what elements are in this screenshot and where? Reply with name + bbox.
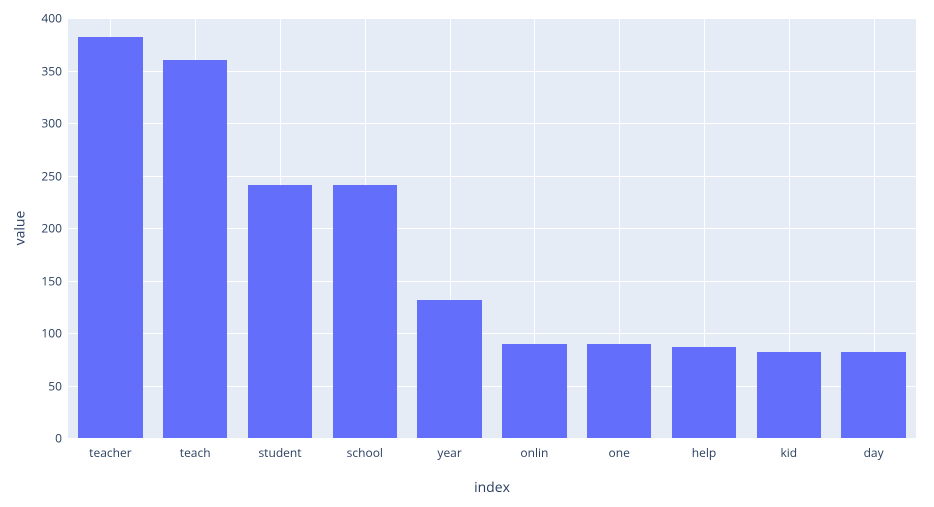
y-tick-label: 50	[7, 377, 62, 394]
y-tick-label: 350	[7, 62, 62, 79]
bar-onlin[interactable]	[502, 344, 566, 439]
bar-school[interactable]	[333, 185, 397, 438]
x-tick-label: day	[864, 444, 884, 461]
bar-day[interactable]	[841, 352, 905, 438]
bar-year[interactable]	[417, 300, 481, 438]
bars-container	[68, 18, 916, 438]
x-tick-label: one	[609, 444, 630, 461]
x-tick-label: kid	[780, 444, 797, 461]
gridline-h	[68, 438, 916, 439]
x-tick-label: teach	[180, 444, 211, 461]
bar-student[interactable]	[248, 185, 312, 438]
y-tick-label: 400	[7, 10, 62, 27]
plot-area	[68, 18, 916, 438]
y-tick-label: 250	[7, 167, 62, 184]
y-tick-label: 100	[7, 325, 62, 342]
x-tick-label: year	[437, 444, 461, 461]
bar-kid[interactable]	[757, 352, 821, 438]
bar-teach[interactable]	[163, 60, 227, 438]
x-tick-label: onlin	[520, 444, 548, 461]
x-axis-label: index	[474, 478, 510, 497]
bar-chart: 050100150200250300350400 teacherteachstu…	[0, 0, 934, 507]
bar-one[interactable]	[587, 344, 651, 439]
y-tick-label: 0	[7, 430, 62, 447]
x-tick-label: student	[258, 444, 301, 461]
bar-help[interactable]	[672, 347, 736, 438]
bar-teacher[interactable]	[78, 37, 142, 438]
y-axis-label: value	[11, 211, 30, 246]
x-tick-label: school	[347, 444, 383, 461]
y-tick-label: 150	[7, 272, 62, 289]
x-tick-label: teacher	[89, 444, 131, 461]
y-tick-label: 300	[7, 115, 62, 132]
x-tick-label: help	[692, 444, 716, 461]
